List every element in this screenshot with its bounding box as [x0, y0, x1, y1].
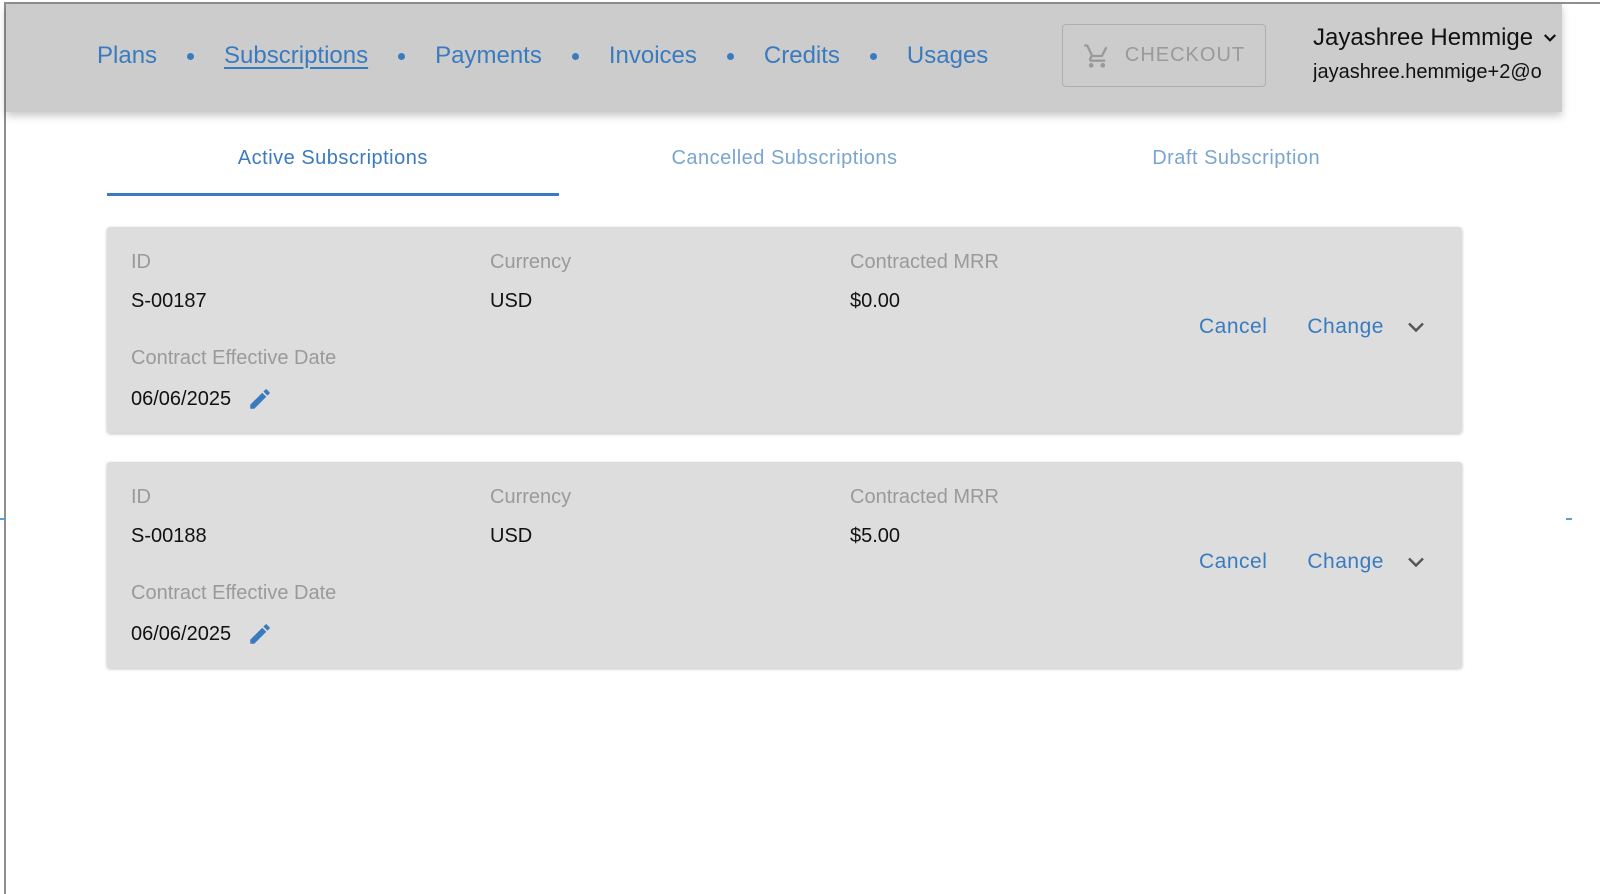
tab-draft-subscription[interactable]: Draft Subscription — [1010, 130, 1462, 196]
cancel-button[interactable]: Cancel — [1199, 315, 1267, 339]
user-email: jayashree.hemmige+2@o — [1313, 61, 1542, 83]
subscription-tabs: Active Subscriptions Cancelled Subscript… — [107, 130, 1462, 196]
tab-cancelled-subscriptions[interactable]: Cancelled Subscriptions — [559, 130, 1011, 196]
mrr-label: Contracted MRR — [850, 251, 999, 273]
change-button[interactable]: Change — [1307, 550, 1384, 574]
nav-credits[interactable]: Credits — [764, 42, 840, 70]
effective-date-label: Contract Effective Date — [131, 347, 337, 369]
pencil-icon[interactable] — [247, 621, 273, 647]
nav-separator — [398, 52, 406, 60]
nav-separator — [187, 52, 195, 60]
id-label: ID — [131, 486, 151, 508]
cancel-button[interactable]: Cancel — [1199, 550, 1267, 574]
user-menu[interactable]: Jayashree Hemmige jayashree.hemmige+2@o — [1313, 24, 1562, 84]
nav-plans[interactable]: Plans — [97, 42, 157, 70]
currency-value: USD — [490, 525, 533, 547]
tab-active-subscriptions[interactable]: Active Subscriptions — [107, 130, 559, 196]
mrr-value: $5.00 — [850, 525, 901, 547]
id-label: ID — [131, 251, 151, 273]
nav-separator — [869, 52, 877, 60]
chevron-down-icon[interactable] — [1541, 29, 1559, 47]
effective-date-label: Contract Effective Date — [131, 582, 337, 604]
subscription-card: ID S-00187 Currency USD Contracted MRR $… — [107, 227, 1462, 433]
subscription-card: ID S-00188 Currency USD Contracted MRR $… — [107, 462, 1462, 668]
chevron-down-icon[interactable] — [1404, 315, 1428, 339]
subscription-id: S-00187 — [131, 290, 207, 312]
checkout-label: CHECKOUT — [1124, 44, 1246, 66]
mrr-label: Contracted MRR — [850, 486, 999, 508]
edge-marker-right — [1566, 518, 1572, 520]
nav-separator — [726, 52, 734, 60]
effective-date-value: 06/06/2025 — [131, 622, 232, 645]
nav-separator — [571, 52, 579, 60]
currency-label: Currency — [490, 251, 572, 273]
effective-date-value: 06/06/2025 — [131, 387, 232, 410]
currency-value: USD — [490, 290, 533, 312]
nav-invoices[interactable]: Invoices — [609, 42, 697, 70]
mrr-value: $0.00 — [850, 290, 901, 312]
chevron-down-icon[interactable] — [1404, 550, 1428, 574]
user-name: Jayashree Hemmige — [1313, 24, 1534, 51]
checkout-button[interactable]: CHECKOUT — [1062, 24, 1266, 87]
cart-icon — [1084, 43, 1108, 68]
nav-payments[interactable]: Payments — [435, 42, 542, 70]
change-button[interactable]: Change — [1307, 315, 1384, 339]
subscription-id: S-00188 — [131, 525, 207, 547]
nav-usages[interactable]: Usages — [907, 42, 988, 70]
nav-subscriptions[interactable]: Subscriptions — [224, 42, 368, 70]
top-header: Plans Subscriptions Payments Invoices Cr… — [6, 4, 1562, 112]
main-nav: Plans Subscriptions Payments Invoices Cr… — [97, 4, 988, 108]
pencil-icon[interactable] — [247, 386, 273, 412]
edge-marker-left — [0, 518, 6, 520]
currency-label: Currency — [490, 486, 572, 508]
